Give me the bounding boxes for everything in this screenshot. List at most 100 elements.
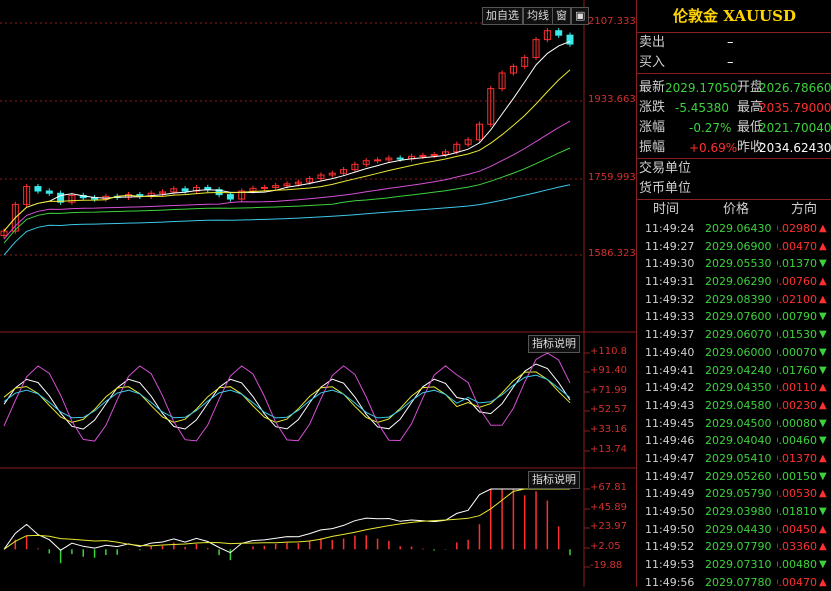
- tick-change: 0.00470: [777, 575, 817, 589]
- tick-change: 0.01760: [777, 363, 817, 377]
- tick-price: 2029.06430: [705, 222, 772, 235]
- tick-row: 11:49:41 2029.04240 0.01760▼: [637, 362, 831, 380]
- amp-label: 振幅: [639, 140, 666, 155]
- tick-time: 11:49:27: [645, 239, 695, 253]
- tick-change: 0.03360: [777, 540, 817, 554]
- low-value: 2021.70040: [759, 121, 831, 135]
- buy-row: 买入 –: [637, 53, 831, 74]
- tick-direction-icon: ▲: [819, 293, 827, 305]
- tick-row: 11:49:53 2029.07310 0.00480▼: [637, 556, 831, 574]
- tick-row: 11:49:31 2029.06290 0.00760▲: [637, 273, 831, 291]
- tick-row: 11:49:45 2029.04500 0.00080▼: [637, 415, 831, 433]
- tick-time: 11:49:40: [645, 345, 695, 359]
- candle-body: [430, 154, 438, 157]
- tick-change: 0.00080: [777, 416, 817, 430]
- tick-price: 2029.05410: [705, 451, 772, 465]
- tick-change: 0.01370: [777, 257, 817, 271]
- tick-row: 11:49:50 2029.04430 0.00450▲: [637, 521, 831, 539]
- currency-label: 货币单位: [639, 181, 692, 196]
- tick-direction-icon: ▼: [819, 470, 827, 482]
- tick-direction-icon: ▼: [819, 435, 827, 447]
- latest-label: 最新: [639, 80, 666, 95]
- tick-price: 2029.08390: [705, 292, 772, 306]
- tick-direction-icon: ▼: [819, 506, 827, 517]
- tick-direction-icon: ▲: [819, 240, 827, 252]
- tick-time: 11:49:46: [645, 434, 695, 448]
- latest-value: 2029.17050: [665, 81, 738, 95]
- tick-change: 0.01530: [777, 328, 817, 342]
- tick-time: 11:49:47: [645, 469, 695, 483]
- tick-row: 11:49:40 2029.06000 0.00070▼: [637, 344, 831, 362]
- tick-time: 11:49:37: [645, 328, 695, 342]
- tick-price: 2029.04430: [705, 522, 772, 536]
- tick-direction-icon: ▲: [819, 541, 827, 553]
- tick-time: 11:49:32: [645, 292, 695, 306]
- tick-row: 11:49:50 2029.03980 0.01810▼: [637, 503, 831, 521]
- tick-row: 11:49:27 2029.06900 0.00470▲: [637, 238, 831, 256]
- tick-time: 11:49:53: [645, 558, 695, 572]
- tick-row: 11:49:52 2029.07790 0.03360▲: [637, 538, 831, 556]
- buy-label: 买入: [639, 55, 666, 70]
- moving-average-line: [3, 147, 571, 244]
- kdj-axis-label: +91.40: [590, 365, 628, 376]
- candle-body: [260, 186, 268, 189]
- tick-change: 0.01810: [777, 505, 817, 518]
- tick-table-header: 时间 价格 方向: [637, 200, 831, 220]
- sell-value: –: [727, 35, 734, 50]
- change-label: 涨跌: [639, 100, 666, 115]
- tick-direction-icon: ▲: [819, 452, 827, 464]
- tick-direction-icon: ▼: [819, 346, 827, 358]
- tick-price: 2029.06000: [705, 345, 772, 359]
- tick-price: 2029.05530: [705, 257, 772, 271]
- tick-direction-icon: ▼: [819, 311, 827, 323]
- tick-row: 11:49:37 2029.06070 0.01530▼: [637, 326, 831, 344]
- macd-help-button[interactable]: 指标说明: [528, 471, 580, 489]
- tick-direction-icon: ▼: [819, 417, 827, 429]
- tick-time: 11:49:33: [645, 310, 695, 324]
- instrument-title: 伦敦金 XAUUSD: [637, 0, 831, 33]
- ma-line-button[interactable]: 均线: [523, 7, 553, 25]
- tick-row: 11:49:24 2029.06430 0.02980▲: [637, 220, 831, 238]
- tick-direction-icon: ▲: [819, 223, 827, 234]
- change-row: 涨跌 -5.45380 最高 2035.79000: [637, 98, 831, 118]
- tick-list[interactable]: 11:49:242029.064300.02980▲11:49:27 2029.0…: [637, 220, 831, 591]
- pct-label: 涨幅: [639, 120, 666, 135]
- tick-change: 0.00230: [777, 398, 817, 412]
- add-watch-button[interactable]: 加自选: [482, 7, 523, 25]
- main-axis-label: 1759.993: [588, 172, 636, 183]
- tick-row: 11:49:32 2029.08390 0.02100▲: [637, 291, 831, 309]
- kline-chart[interactable]: [0, 0, 636, 587]
- tick-direction-icon: ▲: [819, 382, 827, 394]
- macd-axis-label: +45.89: [590, 502, 628, 513]
- kdj-axis-label: +71.99: [590, 385, 628, 396]
- tick-row: 11:49:49 2029.05790 0.00530▲: [637, 485, 831, 503]
- chart-area[interactable]: 加自选 均线 窗 ▣ 2107.333 1933.663 1759.993 15…: [0, 0, 636, 587]
- tick-change: 0.00460: [777, 434, 817, 448]
- tick-time: 11:49:47: [645, 451, 695, 465]
- high-value: 2035.79000: [759, 101, 831, 115]
- pct-row: 涨幅 -0.27% 最低 2021.70040: [637, 118, 831, 138]
- open-value: 2026.78660: [759, 81, 831, 95]
- close-icon[interactable]: ▣: [571, 7, 590, 25]
- buy-value: –: [727, 55, 734, 70]
- tick-direction-icon: ▼: [819, 559, 827, 571]
- tick-price: 2029.04580: [705, 398, 772, 412]
- tick-time: 11:49:31: [645, 275, 695, 289]
- tick-price: 2029.06290: [705, 275, 772, 289]
- tick-price: 2029.04500: [705, 416, 772, 430]
- macd-dea-line: [3, 488, 570, 550]
- tick-direction-icon: ▼: [819, 258, 827, 270]
- moving-average-line: [3, 184, 571, 256]
- kdj-help-button[interactable]: 指标说明: [528, 335, 580, 353]
- main-axis-label: 1933.663: [588, 94, 636, 105]
- tick-price: 2029.07780: [705, 575, 772, 589]
- tick-change: 0.00480: [777, 558, 817, 572]
- tick-price: 2029.06900: [705, 239, 772, 253]
- latest-row: 最新 2029.17050 开盘 2026.78660: [637, 78, 831, 98]
- window-button[interactable]: 窗: [552, 7, 571, 25]
- col-time: 时间: [653, 202, 680, 217]
- tick-change: 0.00760: [777, 275, 817, 289]
- kdj-line: [3, 352, 571, 442]
- tick-row: 11:49:47 2029.05410 0.01370▲: [637, 450, 831, 468]
- tick-price: 2029.06070: [705, 328, 772, 342]
